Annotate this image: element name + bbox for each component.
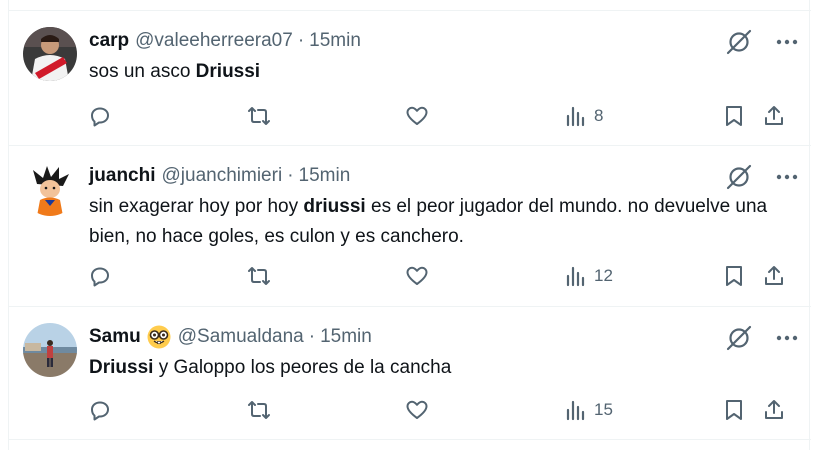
bookmark-icon bbox=[726, 266, 742, 286]
tweet-actions: 8 bbox=[9, 101, 811, 131]
tweet-text: Driussi y Galoppo los peores de la canch… bbox=[89, 353, 799, 383]
views-button[interactable]: 12 bbox=[564, 261, 613, 291]
display-name[interactable]: Samu bbox=[89, 326, 141, 348]
bookmark-button[interactable] bbox=[722, 261, 746, 291]
tweet-top-icons bbox=[724, 323, 804, 353]
mention-driussi: driussi bbox=[303, 196, 366, 217]
timestamp[interactable]: 15min bbox=[320, 326, 372, 348]
grok-icon[interactable] bbox=[724, 27, 754, 57]
reply-button[interactable] bbox=[88, 101, 112, 131]
views-icon bbox=[566, 400, 585, 421]
tweet-actions: 15 bbox=[9, 395, 811, 425]
avatar[interactable] bbox=[23, 323, 77, 377]
views-button[interactable]: 15 bbox=[564, 395, 613, 425]
bookmark-icon bbox=[726, 106, 742, 126]
user-handle[interactable]: @juanchimieri bbox=[162, 165, 283, 187]
share-icon bbox=[765, 106, 783, 125]
views-button[interactable]: 8 bbox=[564, 101, 603, 131]
tweet-text: sin exagerar hoy por hoy driussi es el p… bbox=[89, 192, 799, 252]
bookmark-icon bbox=[726, 400, 742, 420]
grok-icon[interactable] bbox=[724, 323, 754, 353]
tweet-header: juanchi @juanchimieri · 15min bbox=[89, 164, 350, 188]
views-count: 8 bbox=[594, 106, 604, 125]
more-icon[interactable] bbox=[772, 323, 802, 353]
tweet[interactable]: carp @valeeherreera07 · 15min sos un asc… bbox=[9, 11, 811, 145]
tweet-top-icons bbox=[724, 162, 804, 192]
avatar[interactable] bbox=[23, 27, 77, 81]
more-icon[interactable] bbox=[772, 162, 802, 192]
retweet-icon bbox=[248, 267, 270, 285]
views-icon bbox=[566, 266, 585, 287]
retweet-button[interactable] bbox=[247, 261, 271, 291]
like-button[interactable] bbox=[405, 261, 429, 291]
timestamp[interactable]: 15min bbox=[309, 30, 361, 52]
retweet-icon bbox=[248, 107, 270, 125]
retweet-icon bbox=[248, 401, 270, 419]
views-count: 15 bbox=[594, 400, 613, 419]
reply-icon bbox=[91, 267, 109, 287]
user-handle[interactable]: @valeeherreera07 bbox=[135, 30, 293, 52]
share-button[interactable] bbox=[762, 101, 786, 131]
tweet-text-part: y Galoppo los peores de la cancha bbox=[153, 357, 452, 378]
separator-dot: · bbox=[287, 165, 294, 186]
tweet-top-icons bbox=[724, 27, 804, 57]
tweet-header: carp @valeeherreera07 · 15min bbox=[89, 29, 361, 53]
bookmark-button[interactable] bbox=[722, 101, 746, 131]
like-button[interactable] bbox=[405, 101, 429, 131]
divider bbox=[9, 439, 811, 440]
share-button[interactable] bbox=[762, 261, 786, 291]
timestamp[interactable]: 15min bbox=[299, 165, 351, 187]
like-button[interactable] bbox=[405, 395, 429, 425]
tweet-text-part: sin exagerar hoy por hoy bbox=[89, 196, 304, 217]
views-count: 12 bbox=[594, 266, 613, 285]
mention-driussi: Driussi bbox=[195, 61, 261, 82]
separator-dot: · bbox=[297, 30, 305, 51]
separator-dot: · bbox=[308, 326, 316, 347]
share-icon bbox=[765, 266, 783, 285]
reply-icon bbox=[91, 401, 109, 421]
grok-icon[interactable] bbox=[724, 162, 754, 192]
reply-button[interactable] bbox=[88, 261, 112, 291]
display-name[interactable]: carp bbox=[89, 30, 129, 52]
views-icon bbox=[566, 106, 585, 127]
reply-button[interactable] bbox=[88, 395, 112, 425]
tweet-header: Samu @Samualdana · 15min bbox=[89, 325, 372, 349]
bookmark-button[interactable] bbox=[722, 395, 746, 425]
like-icon bbox=[406, 266, 428, 285]
more-icon[interactable] bbox=[772, 27, 802, 57]
share-button[interactable] bbox=[762, 395, 786, 425]
tweet-text-part: sos un asco bbox=[89, 61, 196, 82]
timeline: carp @valeeherreera07 · 15min sos un asc… bbox=[8, 0, 811, 450]
retweet-button[interactable] bbox=[247, 101, 271, 131]
like-icon bbox=[406, 400, 428, 419]
user-handle[interactable]: @Samualdana bbox=[178, 326, 304, 348]
like-icon bbox=[406, 106, 428, 125]
display-name[interactable]: juanchi bbox=[89, 165, 156, 187]
mention-driussi: Driussi bbox=[89, 357, 154, 378]
tweet-actions: 12 bbox=[9, 261, 811, 291]
avatar[interactable] bbox=[23, 162, 77, 216]
reply-icon bbox=[91, 107, 109, 127]
nerd-face-emoji bbox=[146, 324, 172, 350]
retweet-button[interactable] bbox=[247, 395, 271, 425]
share-icon bbox=[765, 400, 783, 419]
tweet-text: sos un asco Driussi bbox=[89, 57, 799, 87]
tweet[interactable]: juanchi @juanchimieri · 15min sin exager… bbox=[9, 146, 811, 306]
tweet[interactable]: Samu @Samualdana · 15min Driussi y Galop… bbox=[9, 307, 811, 439]
